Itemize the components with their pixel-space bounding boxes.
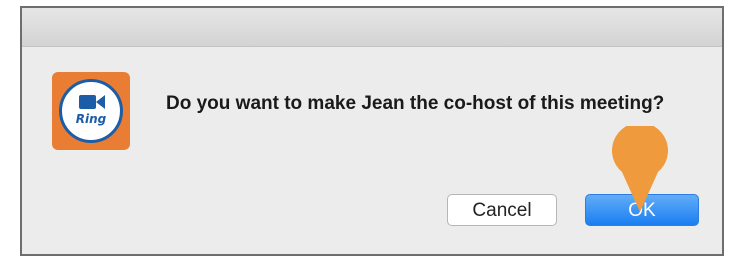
pointer-marker-icon: [612, 126, 668, 212]
dialog-titlebar[interactable]: [22, 8, 722, 47]
cancel-button[interactable]: Cancel: [447, 194, 557, 226]
ringcentral-meetings-icon: Ring: [52, 72, 130, 150]
video-camera-icon: [79, 95, 96, 109]
app-icon-circle: Ring: [59, 79, 123, 143]
video-camera-lens: [96, 95, 105, 109]
message-text-end: the co-host of this meeting?: [404, 93, 665, 114]
message-text-start: Do you want to make: [166, 93, 362, 114]
dialog-window: Ring Do you want to make Jean the co-hos…: [20, 6, 724, 256]
participant-name: Jean: [361, 93, 405, 114]
app-icon-label: Ring: [75, 112, 107, 126]
dialog-message: Do you want to make Jean the co-host of …: [166, 88, 666, 119]
